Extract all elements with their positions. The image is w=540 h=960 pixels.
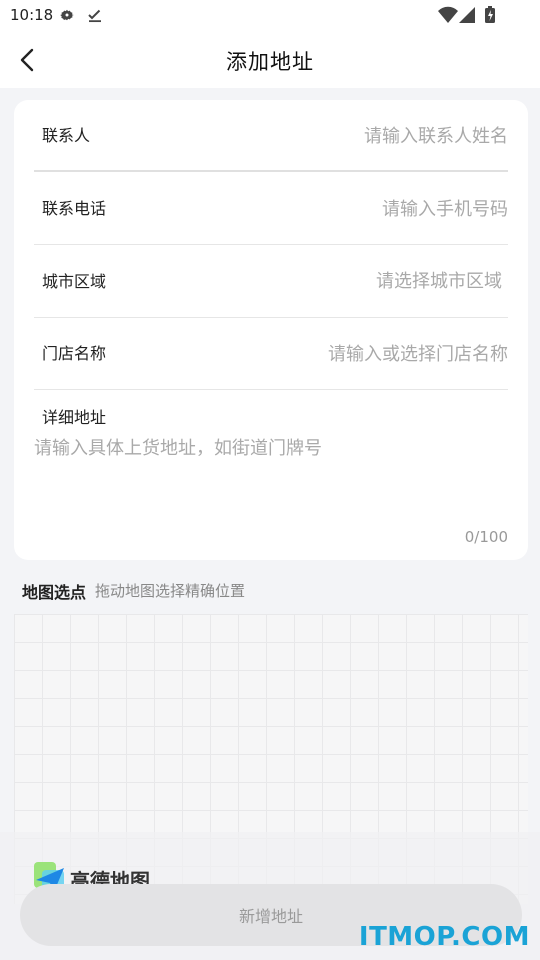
map-section-title: 地图选点	[22, 583, 87, 602]
city-region-label: 城市区域	[42, 272, 107, 291]
contact-phone-input[interactable]	[228, 193, 508, 225]
status-bar: 10:18	[0, 0, 540, 32]
city-region-select[interactable]: 请选择城市区域	[376, 246, 502, 318]
detail-address-label: 详细地址	[42, 408, 107, 427]
store-name-label: 门店名称	[42, 344, 107, 363]
map-section-subtitle: 拖动地图选择精确位置	[95, 582, 246, 600]
address-form-card: 联系人 联系电话 城市区域 请选择城市区域 门店名称 详细地址 0/100	[14, 100, 528, 560]
contact-phone-row: 联系电话	[34, 173, 508, 245]
contact-name-input[interactable]	[228, 120, 508, 152]
watermark: ITMOP.COM	[358, 922, 530, 952]
contact-name-label: 联系人	[42, 126, 91, 145]
page-title: 添加地址	[226, 50, 314, 74]
store-name-row: 门店名称	[34, 318, 508, 390]
battery-icon	[485, 6, 495, 23]
nav-bar: 添加地址	[0, 32, 540, 88]
signal-icon	[459, 7, 475, 23]
char-count: 0/100	[464, 528, 508, 546]
gear-icon	[60, 9, 74, 21]
status-time: 10:18	[10, 6, 54, 24]
detail-address-textarea[interactable]	[34, 434, 508, 524]
contact-name-row: 联系人	[34, 100, 508, 172]
download-done-icon	[88, 9, 101, 23]
contact-phone-label: 联系电话	[42, 199, 107, 218]
store-name-input[interactable]	[208, 338, 508, 370]
wifi-icon	[438, 6, 458, 23]
city-region-row[interactable]: 城市区域 请选择城市区域	[34, 246, 508, 318]
